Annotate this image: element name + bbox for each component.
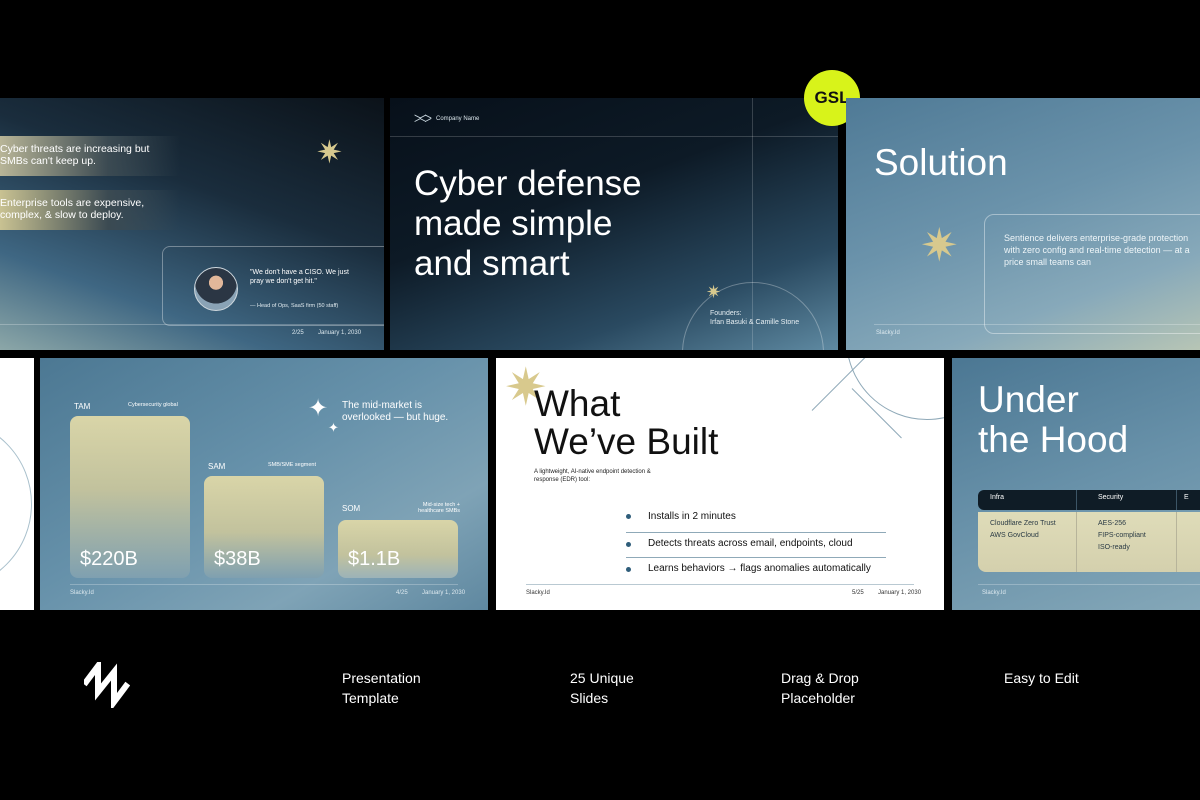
product-title-2: We’ve Built bbox=[534, 421, 719, 462]
feature-presentation-template: Presentation Template bbox=[342, 670, 421, 706]
tech-title-1: Under bbox=[978, 379, 1079, 420]
col-header-e: E bbox=[1184, 494, 1189, 501]
table-cell: AES-256 bbox=[1098, 520, 1127, 527]
sparkle-icon: ✦ bbox=[308, 395, 329, 422]
col-divider bbox=[1176, 490, 1177, 510]
sparkle-icon-small: ✦ bbox=[328, 420, 339, 435]
footer-rule bbox=[978, 584, 1200, 585]
feature-unique-slides: 25 Unique Slides bbox=[570, 670, 634, 706]
slide-market[interactable]: TAM Cybersecurity global $220B SAM SMB/S… bbox=[40, 358, 488, 610]
footer-brand: Slacky.Id bbox=[982, 590, 1006, 596]
quote-author: — Head of Ops, SaaS firm (50 staff) bbox=[250, 303, 339, 309]
page-number: 4/25 bbox=[396, 590, 408, 596]
footer-brand: Slacky.Id bbox=[526, 590, 550, 596]
footer-date: January 1, 2030 bbox=[422, 590, 466, 596]
bullet-dot bbox=[626, 542, 631, 547]
page-number: 5/25 bbox=[852, 590, 864, 596]
solution-body: Sentience delivers enterprise-grade prot… bbox=[1004, 233, 1190, 267]
slide-title[interactable]: ᐳᐸᐳ Company Name Cyber defense made simp… bbox=[390, 98, 838, 350]
quote-text: "We don't have a CISO. We just pray we d… bbox=[250, 269, 349, 285]
feature-easy-edit: Easy to Edit bbox=[1004, 670, 1079, 686]
col-header-security: Security bbox=[1098, 494, 1124, 501]
table-cell: Cloudflare Zero Trust bbox=[990, 520, 1056, 527]
footer-date: January 1, 2030 bbox=[878, 590, 922, 596]
logo-mark-icon: ᐳᐸᐳ bbox=[414, 114, 432, 125]
company-name: Company Name bbox=[436, 116, 480, 122]
slide-partial[interactable] bbox=[0, 358, 34, 610]
slide-product[interactable]: ✷ What We’ve Built A lightweight, AI-nat… bbox=[496, 358, 944, 610]
table-header bbox=[978, 490, 1200, 510]
arc-decoration bbox=[682, 282, 824, 350]
list-item: Detects threats across email, endpoints,… bbox=[626, 533, 886, 558]
product-subtitle: A lightweight, AI-native endpoint detect… bbox=[534, 469, 651, 483]
col-header-infra: Infra bbox=[990, 494, 1005, 501]
footer-rule bbox=[0, 324, 384, 325]
table-body-divider bbox=[1076, 512, 1077, 572]
market-callout: The mid-market is overlooked — but huge. bbox=[342, 400, 449, 423]
slide-problem[interactable]: Cyber threats are increasing but SMBs ca… bbox=[0, 98, 384, 350]
slide-tech[interactable]: Under the Hood Infra Security E Cloudfla… bbox=[952, 358, 1200, 610]
brand-logo-icon bbox=[81, 657, 131, 711]
sam-label: SAM bbox=[208, 462, 226, 471]
slide-solution[interactable]: Solution ✷ Sentience delivers enterprise… bbox=[846, 98, 1200, 350]
problem-text-1: Cyber threats are increasing but SMBs ca… bbox=[0, 143, 150, 167]
list-item: Learns behaviors → flags anomalies autom… bbox=[626, 558, 886, 582]
sam-desc: SMB/SME segment bbox=[268, 462, 316, 468]
product-title-1: What bbox=[534, 383, 621, 424]
sparkle-icon-small: ✷ bbox=[706, 282, 722, 302]
sparkle-icon: ✷ bbox=[920, 219, 959, 271]
tam-desc: Cybersecurity global bbox=[128, 402, 178, 408]
tam-label: TAM bbox=[74, 402, 91, 411]
table-cell: ISO-ready bbox=[1098, 544, 1130, 551]
footer-rule bbox=[526, 584, 914, 585]
sam-value: $38B bbox=[214, 548, 261, 570]
founders-label: Founders: bbox=[710, 310, 742, 317]
som-label: SOM bbox=[342, 504, 361, 513]
footer-rule bbox=[874, 324, 1200, 325]
problem-text-2: Enterprise tools are expensive, complex,… bbox=[0, 197, 145, 221]
footer-brand: Slacky.Id bbox=[70, 590, 94, 596]
tam-value: $220B bbox=[80, 548, 138, 570]
footer-brand: Slacky.Id bbox=[876, 330, 900, 336]
title-line-1: Cyber defense bbox=[414, 164, 642, 203]
tech-title-2: the Hood bbox=[978, 419, 1129, 460]
som-value: $1.1B bbox=[348, 548, 401, 570]
solution-title: Solution bbox=[874, 142, 1008, 183]
sparkle-icon: ✷ bbox=[316, 134, 343, 170]
title-line-2: made simple bbox=[414, 204, 613, 243]
footer-rule bbox=[70, 584, 458, 585]
som-desc: Mid-size tech + healthcare SMBs bbox=[418, 502, 460, 514]
list-item: Installs in 2 minutes bbox=[626, 508, 886, 533]
page-number: 2/25 bbox=[292, 330, 304, 336]
table-cell: AWS GovCloud bbox=[990, 532, 1039, 539]
table-body-divider bbox=[1176, 512, 1177, 572]
col-divider bbox=[1076, 490, 1077, 510]
title-line-3: and smart bbox=[414, 244, 570, 283]
founders-names: Irfan Basuki & Camille Stone bbox=[710, 319, 800, 326]
table-cell: FIPS-compliant bbox=[1098, 532, 1146, 539]
arc-decoration bbox=[0, 418, 32, 590]
bullet-dot bbox=[626, 567, 631, 572]
bullet-list: Installs in 2 minutes Detects threats ac… bbox=[626, 508, 886, 582]
footer-date: January 1, 2030 bbox=[318, 330, 362, 336]
arc-decoration bbox=[846, 358, 944, 420]
feature-drag-drop: Drag & Drop Placeholder bbox=[781, 670, 859, 706]
grid-line-h bbox=[390, 136, 838, 137]
avatar bbox=[194, 267, 238, 311]
bullet-dot bbox=[626, 514, 631, 519]
